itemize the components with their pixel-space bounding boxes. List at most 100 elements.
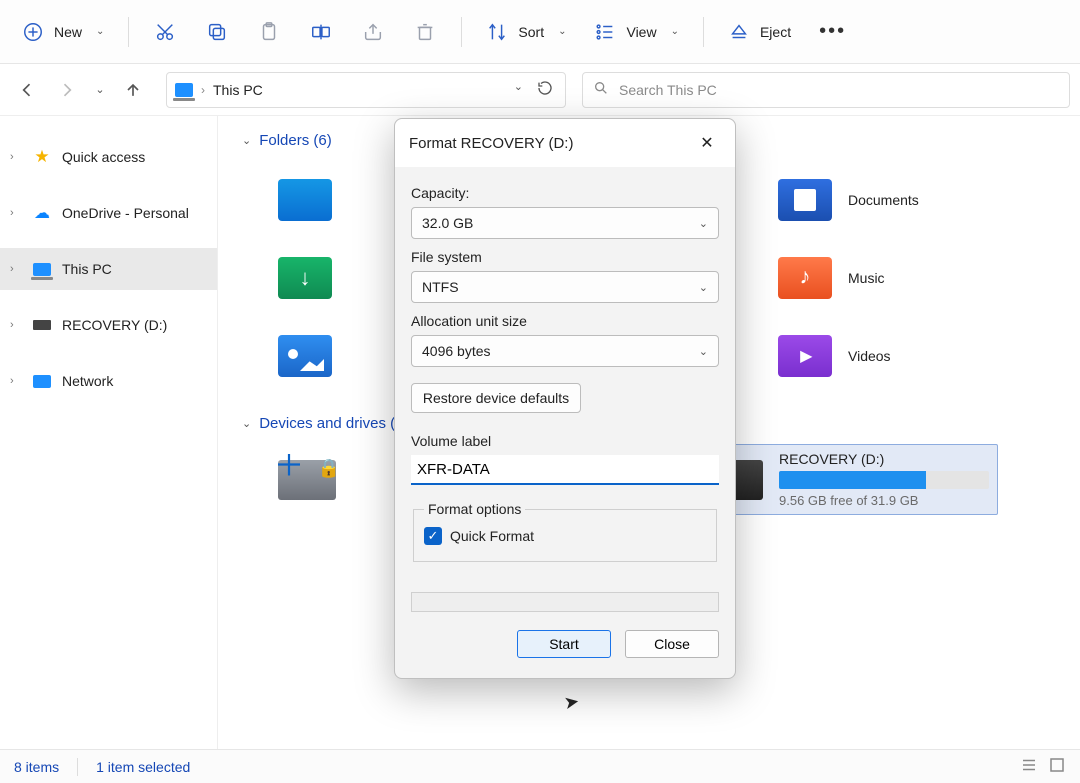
restore-defaults-label: Restore device defaults (423, 390, 569, 406)
pc-icon (32, 259, 52, 279)
chevron-down-icon: ⌄ (671, 26, 679, 37)
drive-tile-recovery[interactable]: RECOVERY (D:) 9.56 GB free of 31.9 GB (696, 444, 998, 515)
folder-label: Documents (848, 192, 919, 208)
sidebar-item-label: Network (62, 373, 113, 389)
cut-button[interactable] (143, 12, 187, 52)
scissors-icon (154, 21, 176, 43)
sidebar-item-onedrive[interactable]: › ☁ OneDrive - Personal (0, 192, 217, 234)
rename-button[interactable] (299, 12, 343, 52)
filesystem-value: NTFS (422, 279, 459, 295)
chevron-down-icon: ⌄ (242, 417, 251, 430)
dialog-titlebar: Format RECOVERY (D:) ✕ (395, 119, 735, 167)
address-bar[interactable]: › This PC ⌄ (166, 72, 566, 108)
more-button[interactable]: ••• (809, 12, 856, 52)
folder-tile-music[interactable]: Music (778, 257, 1056, 299)
sidebar-item-label: OneDrive - Personal (62, 205, 189, 221)
drive-subtext: 9.56 GB free of 31.9 GB (779, 493, 989, 508)
star-icon: ★ (32, 147, 52, 167)
sort-button-label: Sort (518, 24, 544, 40)
share-button[interactable] (351, 12, 395, 52)
view-button[interactable]: View ⌄ (584, 12, 688, 52)
folder-tile-videos[interactable]: Videos (778, 335, 1056, 377)
chevron-right-icon: › (10, 207, 22, 219)
start-button[interactable]: Start (517, 630, 611, 658)
recent-locations-button[interactable]: ⌄ (90, 73, 110, 107)
group-header-label: Folders (6) (259, 132, 332, 149)
up-button[interactable] (116, 73, 150, 107)
sidebar-item-label: This PC (62, 261, 112, 277)
eject-button-label: Eject (760, 24, 791, 40)
dialog-close-button[interactable]: ✕ (693, 129, 721, 157)
folder-tile-documents[interactable]: Documents (778, 179, 1056, 221)
quick-format-row[interactable]: ✓ Quick Format (424, 527, 706, 545)
quick-format-checkbox[interactable]: ✓ (424, 527, 442, 545)
status-item-count: 8 items (14, 759, 59, 775)
drive-usage-bar (779, 471, 989, 489)
folder-label: Music (848, 270, 885, 286)
sort-icon (486, 21, 508, 43)
sidebar-item-recovery[interactable]: › RECOVERY (D:) (0, 304, 217, 346)
details-view-button[interactable] (1020, 756, 1038, 777)
status-selection-count: 1 item selected (96, 759, 190, 775)
group-header-label: Devices and drives (2) (259, 415, 408, 432)
chevron-right-icon: › (201, 83, 205, 97)
capacity-value: 32.0 GB (422, 215, 473, 231)
allocation-select[interactable]: 4096 bytes ⌄ (411, 335, 719, 367)
sort-button[interactable]: Sort ⌄ (476, 12, 576, 52)
forward-button[interactable] (50, 73, 84, 107)
view-icon (594, 21, 616, 43)
volume-label-input[interactable] (411, 455, 719, 485)
separator (128, 17, 129, 47)
restore-defaults-button[interactable]: Restore device defaults (411, 383, 581, 413)
drive-icon (32, 315, 52, 335)
sidebar-item-quick-access[interactable]: › ★ Quick access (0, 136, 217, 178)
view-button-label: View (626, 24, 656, 40)
folder-icon (278, 335, 332, 377)
folder-icon (778, 257, 832, 299)
close-button[interactable]: Close (625, 630, 719, 658)
format-progress-bar (411, 592, 719, 612)
eject-button[interactable]: Eject (718, 12, 801, 52)
search-box[interactable]: Search This PC (582, 72, 1070, 108)
close-icon: ✕ (700, 133, 713, 153)
chevron-right-icon: › (10, 151, 22, 163)
plus-circle-icon (22, 21, 44, 43)
chevron-right-icon: › (10, 375, 22, 387)
folder-icon (278, 179, 332, 221)
network-icon (32, 371, 52, 391)
chevron-down-icon: ⌄ (699, 345, 708, 358)
format-dialog: Format RECOVERY (D:) ✕ Capacity: 32.0 GB… (394, 118, 736, 679)
filesystem-select[interactable]: NTFS ⌄ (411, 271, 719, 303)
chevron-right-icon: › (10, 263, 22, 275)
nav-row: ⌄ › This PC ⌄ Search This PC (0, 64, 1080, 116)
separator (461, 17, 462, 47)
capacity-label: Capacity: (411, 185, 719, 201)
delete-button[interactable] (403, 12, 447, 52)
copy-button[interactable] (195, 12, 239, 52)
eject-icon (728, 21, 750, 43)
paste-button[interactable] (247, 12, 291, 52)
quick-format-label: Quick Format (450, 528, 534, 544)
clipboard-icon (258, 21, 280, 43)
chevron-down-icon: ⌄ (95, 83, 104, 96)
toolbar: New ⌄ Sort ⌄ (0, 0, 1080, 64)
chevron-down-icon: ⌄ (699, 217, 708, 230)
breadcrumb-this-pc[interactable]: This PC (213, 82, 263, 98)
thumbnails-view-button[interactable] (1048, 756, 1066, 777)
sidebar-item-this-pc[interactable]: › This PC (0, 248, 217, 290)
new-button[interactable]: New ⌄ (12, 12, 114, 52)
refresh-button[interactable] (537, 80, 553, 99)
search-icon (593, 80, 609, 99)
folder-label: Videos (848, 348, 891, 364)
drive-tile-os[interactable] (278, 444, 336, 515)
allocation-label: Allocation unit size (411, 313, 719, 329)
separator (703, 17, 704, 47)
sidebar: › ★ Quick access › ☁ OneDrive - Personal… (0, 116, 218, 749)
address-history-button[interactable]: ⌄ (514, 80, 523, 99)
search-placeholder: Search This PC (619, 82, 717, 98)
format-options-group: Format options ✓ Quick Format (413, 501, 717, 562)
capacity-select[interactable]: 32.0 GB ⌄ (411, 207, 719, 239)
sidebar-item-network[interactable]: › Network (0, 360, 217, 402)
back-button[interactable] (10, 73, 44, 107)
ellipsis-icon: ••• (819, 20, 846, 43)
